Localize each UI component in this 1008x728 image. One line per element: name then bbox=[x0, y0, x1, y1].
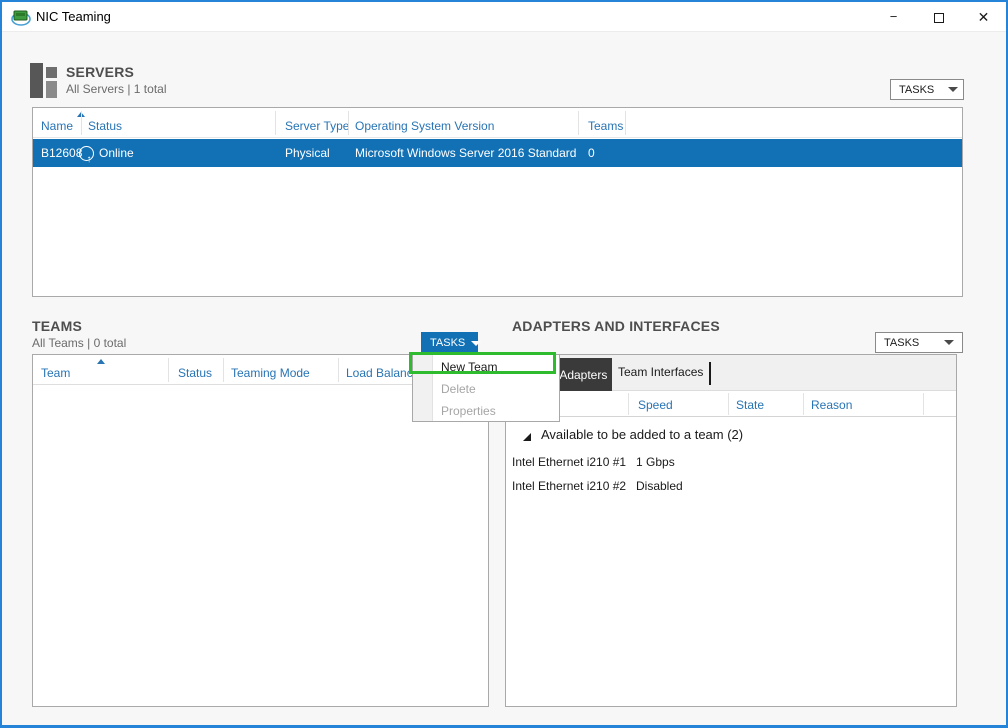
teams-tasks-menu: New Team Delete Properties bbox=[412, 354, 560, 422]
servers-subtitle: All Servers | 1 total bbox=[66, 82, 167, 96]
adapter-group-row[interactable]: Available to be added to a team (2) bbox=[506, 427, 956, 449]
teams-tasks-button[interactable]: TASKS bbox=[421, 332, 478, 354]
adapter-speed: Disabled bbox=[636, 479, 683, 493]
servers-table: Name Status Server Type Operating System… bbox=[32, 107, 963, 297]
teams-title: TEAMS bbox=[32, 318, 82, 334]
maximize-button[interactable] bbox=[916, 2, 961, 32]
tab-team-interfaces[interactable]: Team Interfaces bbox=[618, 365, 703, 379]
title-bar: NIC Teaming − ✕ bbox=[2, 2, 1006, 32]
col-server-type[interactable]: Server Type bbox=[285, 119, 349, 133]
adapters-tabstrip: Network Adapters Team Interfaces bbox=[506, 355, 956, 391]
adapters-table-header: Speed State Reason bbox=[506, 391, 956, 417]
teams-subtitle: All Teams | 0 total bbox=[32, 336, 126, 350]
servers-tasks-label: TASKS bbox=[899, 84, 934, 96]
server-status: Online bbox=[99, 146, 134, 160]
nic-teaming-app-icon bbox=[11, 8, 31, 26]
server-row-selected[interactable]: B12608 ↑ Online Physical Microsoft Windo… bbox=[33, 139, 962, 167]
servers-icon bbox=[30, 63, 60, 99]
col-teaming-mode[interactable]: Teaming Mode bbox=[231, 366, 310, 380]
tab-divider bbox=[709, 362, 711, 385]
maximize-icon bbox=[934, 13, 944, 23]
server-teams-count: 0 bbox=[588, 146, 595, 160]
nic-teaming-window: NIC Teaming − ✕ SERVERS All Servers | 1 … bbox=[0, 0, 1008, 728]
col-os-version[interactable]: Operating System Version bbox=[355, 119, 494, 133]
adapter-speed: 1 Gbps bbox=[636, 455, 675, 469]
server-name: B12608 bbox=[41, 146, 82, 160]
close-icon: ✕ bbox=[978, 9, 990, 25]
teams-tasks-label: TASKS bbox=[430, 337, 465, 349]
minimize-icon: − bbox=[890, 9, 898, 24]
servers-title: SERVERS bbox=[66, 64, 134, 80]
minimize-button[interactable]: − bbox=[871, 2, 916, 32]
window-title: NIC Teaming bbox=[36, 9, 111, 24]
chevron-down-icon bbox=[948, 87, 958, 92]
servers-table-header: Name Status Server Type Operating System… bbox=[33, 108, 962, 138]
adapters-tasks-button[interactable]: TASKS bbox=[875, 332, 963, 353]
collapse-triangle-icon bbox=[523, 433, 531, 441]
col-team[interactable]: Team bbox=[41, 366, 70, 380]
col-state[interactable]: State bbox=[736, 398, 764, 412]
menu-item-new-team[interactable]: New Team bbox=[413, 356, 559, 378]
close-button[interactable]: ✕ bbox=[961, 2, 1006, 32]
menu-item-properties[interactable]: Properties bbox=[413, 400, 559, 422]
servers-tasks-button[interactable]: TASKS bbox=[890, 79, 964, 100]
col-speed[interactable]: Speed bbox=[638, 398, 673, 412]
sort-ascending-icon bbox=[97, 359, 105, 364]
server-os-version: Microsoft Windows Server 2016 Standard bbox=[355, 146, 576, 160]
adapters-title: ADAPTERS AND INTERFACES bbox=[512, 318, 720, 334]
online-arrow-icon: ↑ bbox=[79, 146, 94, 161]
chevron-down-icon bbox=[471, 341, 481, 346]
adapters-panel: Network Adapters Team Interfaces Speed S… bbox=[505, 354, 957, 707]
chevron-down-icon bbox=[944, 340, 954, 345]
col-status[interactable]: Status bbox=[88, 119, 122, 133]
adapter-row[interactable]: Intel Ethernet i210 #2 Disabled bbox=[506, 475, 956, 498]
adapter-row[interactable]: Intel Ethernet i210 #1 1 Gbps bbox=[506, 451, 956, 474]
server-type: Physical bbox=[285, 146, 330, 160]
adapter-name: Intel Ethernet i210 #2 bbox=[512, 479, 626, 493]
adapter-group-label: Available to be added to a team (2) bbox=[541, 427, 743, 442]
adapter-name: Intel Ethernet i210 #1 bbox=[512, 455, 626, 469]
adapters-tasks-label: TASKS bbox=[884, 337, 919, 349]
col-teams[interactable]: Teams bbox=[588, 119, 623, 133]
col-reason[interactable]: Reason bbox=[811, 398, 852, 412]
col-name[interactable]: Name bbox=[41, 119, 73, 133]
menu-item-delete[interactable]: Delete bbox=[413, 378, 559, 400]
col-team-status[interactable]: Status bbox=[178, 366, 212, 380]
